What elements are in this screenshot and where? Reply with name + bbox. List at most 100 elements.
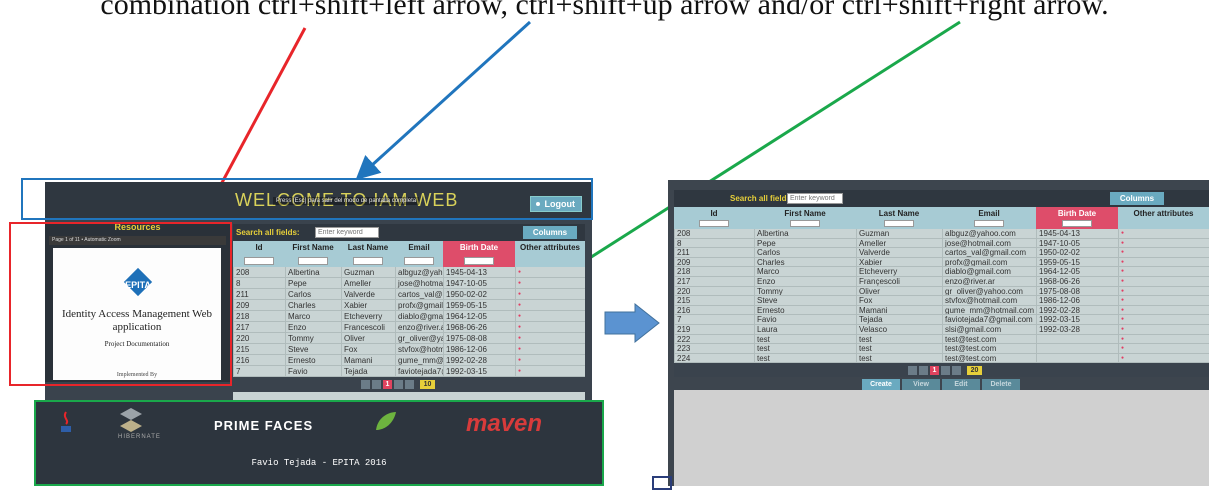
table-cell: Charles (754, 257, 856, 267)
table-cell: 1959-05-15 (1036, 257, 1118, 267)
search-bar: Search all fields: Columns (233, 224, 585, 241)
search-input[interactable] (787, 193, 843, 204)
table-row[interactable]: 7FavioTejadafaviotejada7@gm1992-03-15● (233, 366, 585, 377)
expand-row-icon[interactable]: ● (1121, 355, 1124, 361)
table-row[interactable]: 216ErnestoMamanigume_mm@hotm1992-02-28● (233, 355, 585, 366)
column-filter-input[interactable] (404, 257, 434, 265)
expand-row-icon[interactable]: ● (518, 324, 521, 330)
column-header-birth-date[interactable]: Birth Date (443, 241, 515, 267)
page-1-button[interactable]: 1 (383, 380, 392, 389)
table-row[interactable]: 218MarcoEtcheverrydiablo@gmail.com1964-1… (233, 311, 585, 322)
table-row[interactable]: 222 test test test@test.com ● (674, 334, 1209, 345)
column-header-email[interactable]: Email (942, 207, 1036, 229)
column-header-email[interactable]: Email (395, 241, 443, 267)
table-cell: 1947-10-05 (443, 278, 515, 288)
expand-row-icon[interactable]: ● (518, 313, 521, 319)
column-header-other-attributes[interactable]: Other attributes (1118, 207, 1209, 229)
column-header-other-attributes[interactable]: Other attributes (515, 241, 585, 267)
table-row[interactable]: 7 Favio Tejada faviotejada7@gmail.com 1992-0… (674, 315, 1209, 325)
table-row[interactable]: 8PepeAmellerjose@hotmail.com1947-10-05● (233, 278, 585, 289)
expand-row-icon[interactable]: ● (1121, 316, 1124, 322)
table-row[interactable]: 208 Albertina Guzman albguz@yahoo.com 1945-0… (674, 229, 1209, 239)
first-page-button[interactable] (361, 380, 370, 389)
table-row[interactable]: 8PepeAmellerjose@hotmail.com1947-10-05● (674, 238, 1209, 249)
expand-row-icon[interactable]: ● (518, 291, 521, 297)
table-row[interactable]: 211 Carlos Valverde cartos_val@gmail.com 195… (674, 248, 1209, 258)
expand-row-icon[interactable]: ● (518, 368, 521, 374)
table-row[interactable]: 217 Enzo Francescoli enzo@river.ar 1968-06-2… (233, 322, 585, 333)
table-row[interactable]: 215 Steve Fox stvfox@hotmail.com 1986-12-06 ● (674, 296, 1209, 306)
table-row[interactable]: 211CarlosValverdecartos_val@gmail.1950-0… (233, 289, 585, 300)
column-header-last-name[interactable]: Last Name (856, 207, 942, 229)
column-filter-input[interactable] (1062, 220, 1092, 227)
expand-row-icon[interactable]: ● (518, 302, 521, 308)
column-filter-input[interactable] (974, 220, 1004, 227)
expand-row-icon[interactable]: ● (1121, 268, 1124, 274)
expand-row-icon[interactable]: ● (1121, 288, 1124, 294)
page-1-button[interactable]: 1 (930, 365, 939, 375)
table-row[interactable]: 215SteveFoxstvfox@hotmail.1986-12-06● (233, 344, 585, 355)
expand-row-icon[interactable]: ● (1121, 278, 1124, 284)
table-row[interactable]: 223 test test test@test.com ● (674, 344, 1209, 354)
column-filter-input[interactable] (244, 257, 274, 265)
table-cell: 220 (674, 286, 754, 296)
table-cell: ● (515, 289, 585, 299)
column-header-first-name[interactable]: First Name (285, 241, 341, 267)
expand-row-icon[interactable]: ● (1121, 230, 1124, 236)
expand-row-icon[interactable]: ● (1121, 259, 1124, 265)
last-page-button[interactable] (952, 365, 961, 375)
expand-row-icon[interactable]: ● (518, 357, 521, 363)
table-cell: ● (515, 278, 585, 288)
prev-page-button[interactable] (372, 380, 381, 389)
table-row[interactable]: 220 Tommy Oliver gr_oliver@yahoo.com 1975-08… (674, 286, 1209, 297)
expand-row-icon[interactable]: ● (1121, 336, 1124, 342)
expand-row-icon[interactable]: ● (1121, 240, 1124, 246)
table-row[interactable]: 209CharlesXabierprofx@gmail.com1959-05-1… (674, 257, 1209, 268)
expand-row-icon[interactable]: ● (518, 280, 521, 286)
column-filter-input[interactable] (464, 257, 494, 265)
search-input[interactable] (315, 227, 379, 238)
expand-row-icon[interactable]: ● (518, 346, 521, 352)
column-header-id[interactable]: Id (233, 241, 285, 267)
next-page-button[interactable] (941, 365, 950, 375)
columns-button[interactable]: Columns (523, 226, 577, 239)
table-cell: faviotejada7@gm (395, 366, 443, 376)
expand-row-icon[interactable]: ● (1121, 307, 1124, 313)
next-page-button[interactable] (394, 380, 403, 389)
table-cell: 208 (233, 267, 285, 277)
column-header-first-name[interactable]: First Name (754, 207, 856, 229)
last-page-button[interactable] (405, 380, 414, 389)
expand-row-icon[interactable]: ● (518, 335, 521, 341)
table-row[interactable]: 224 test test test@test.com ● (674, 353, 1209, 364)
rows-per-page-select[interactable]: 10 (420, 380, 435, 389)
table-cell: Ernesto (285, 355, 341, 365)
column-header-last-name[interactable]: Last Name (341, 241, 395, 267)
table-cell: diablo@gmail.com (942, 267, 1036, 276)
table-row[interactable]: 217 Enzo Françescoli enzo@river.ar 1968-06-2… (674, 277, 1209, 287)
columns-button[interactable]: Columns (1110, 192, 1164, 205)
rows-per-page-select[interactable]: 20 (967, 365, 982, 375)
expand-row-icon[interactable]: ● (1121, 297, 1124, 303)
table-cell: ● (1118, 248, 1209, 257)
column-filter-input[interactable] (884, 220, 914, 227)
table-row[interactable]: 218MarcoEtcheverrydiablo@gmail.com1964-1… (674, 267, 1209, 277)
expand-row-icon[interactable]: ● (1121, 249, 1124, 255)
expand-row-icon[interactable]: ● (518, 269, 521, 275)
expand-row-icon[interactable]: ● (1121, 326, 1124, 332)
column-filter-input[interactable] (790, 220, 820, 227)
table-row[interactable]: 209CharlesXabierprofx@gmail.com1959-05-1… (233, 300, 585, 311)
table-row[interactable]: 219 Laura Velasco slsi@gmail.com 1992-03-28 ● (674, 325, 1209, 335)
expand-row-icon[interactable]: ● (1121, 345, 1124, 351)
prev-page-button[interactable] (919, 365, 928, 375)
first-page-button[interactable] (908, 365, 917, 375)
table-row[interactable]: 216 Ernesto Mamani gume_mm@hotmail.com 1992-… (674, 305, 1209, 316)
column-header-id[interactable]: Id (674, 207, 754, 229)
table-cell: 218 (674, 267, 754, 276)
column-filter-input[interactable] (353, 257, 383, 265)
column-filter-input[interactable] (298, 257, 328, 265)
footer-highlight-box (34, 400, 604, 486)
table-row[interactable]: 220TommyOlivergr_oliver@yahoo.1975-08-08… (233, 333, 585, 344)
column-filter-input[interactable] (699, 220, 729, 227)
column-header-birth-date[interactable]: Birth Date (1036, 207, 1118, 229)
table-row[interactable]: 208AlbertinaGuzmanalbguz@yahoo.co1945-04… (233, 267, 585, 278)
